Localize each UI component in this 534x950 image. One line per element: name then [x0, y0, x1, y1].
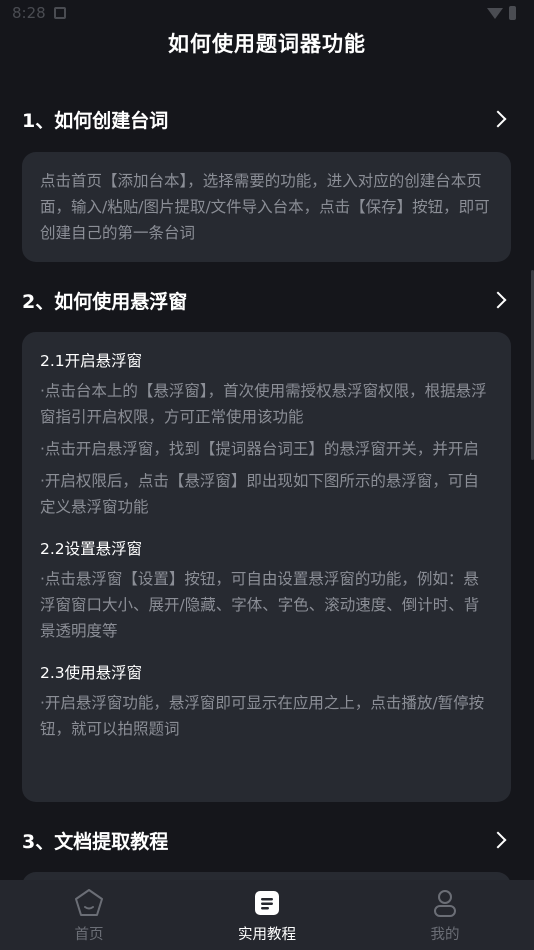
tab-profile[interactable]: 我的 [385, 887, 505, 944]
status-right [487, 6, 516, 20]
chevron-right-icon [489, 291, 507, 309]
person-icon [434, 889, 456, 917]
section-floating-window-header[interactable]: 2、如何使用悬浮窗 [0, 276, 534, 324]
section-title: 1、如何创建台词 [22, 109, 169, 132]
tab-tutorials[interactable]: 实用教程 [207, 887, 327, 944]
wifi-icon [487, 7, 503, 19]
home-pentagon-icon [75, 888, 103, 916]
subsection-title: 2.2设置悬浮窗 [40, 540, 143, 558]
tab-label: 首页 [74, 926, 104, 943]
subsection-item: ·点击开启悬浮窗，找到【提词器台词王】的悬浮窗开关，并开启 [40, 440, 479, 458]
subsection-item: ·开启权限后，点击【悬浮窗】即出现如下图所示的悬浮窗，可自定义悬浮窗功能 [40, 472, 479, 516]
subsection-item: ·点击悬浮窗【设置】按钮，可自由设置悬浮窗的功能，例如：悬浮窗窗口大小、展开/隐… [40, 570, 480, 640]
section-create-script-card: 点击首页【添加台本】，选择需要的功能，进入对应的创建台本页面，输入/粘贴/图片提… [22, 152, 511, 262]
chevron-right-icon [489, 110, 507, 128]
status-bar: 8:28 [0, 0, 534, 26]
section-document-extract-card [22, 872, 511, 880]
tutorial-list[interactable]: 1、如何创建台词 点击首页【添加台本】，选择需要的功能，进入对应的创建台本页面，… [0, 80, 534, 880]
bottom-tab-bar: 首页 实用教程 我的 [0, 880, 534, 950]
section-body: 点击首页【添加台本】，选择需要的功能，进入对应的创建台本页面，输入/粘贴/图片提… [40, 172, 490, 242]
status-left: 8:28 [12, 4, 66, 22]
page-title: 如何使用题词器功能 [168, 32, 366, 56]
battery-icon [509, 6, 516, 20]
section-floating-window-card: 2.1开启悬浮窗 ·点击台本上的【悬浮窗】，首次使用需授权悬浮窗权限，根据悬浮窗… [22, 332, 511, 802]
section-document-extract-header[interactable]: 3、文档提取教程 [0, 816, 534, 864]
section-title: 3、文档提取教程 [22, 830, 169, 853]
subsection-title: 2.1开启悬浮窗 [40, 352, 143, 370]
tab-home[interactable]: 首页 [29, 887, 149, 944]
tab-label: 我的 [430, 926, 460, 943]
subsection-title: 2.3使用悬浮窗 [40, 664, 143, 682]
status-time: 8:28 [12, 4, 46, 22]
subsection-item: ·点击台本上的【悬浮窗】，首次使用需授权悬浮窗权限，根据悬浮窗指引开启权限，方可… [40, 382, 487, 426]
subsection-item: ·开启悬浮窗功能，悬浮窗即可显示在应用之上，点击播放/暂停按钮，就可以拍照题词 [40, 694, 485, 738]
notification-icon [53, 7, 66, 19]
section-title: 2、如何使用悬浮窗 [22, 290, 188, 313]
section-create-script-header[interactable]: 1、如何创建台词 [0, 95, 534, 143]
chevron-right-icon [489, 831, 507, 849]
tab-label: 实用教程 [238, 926, 296, 943]
document-icon [255, 890, 279, 915]
